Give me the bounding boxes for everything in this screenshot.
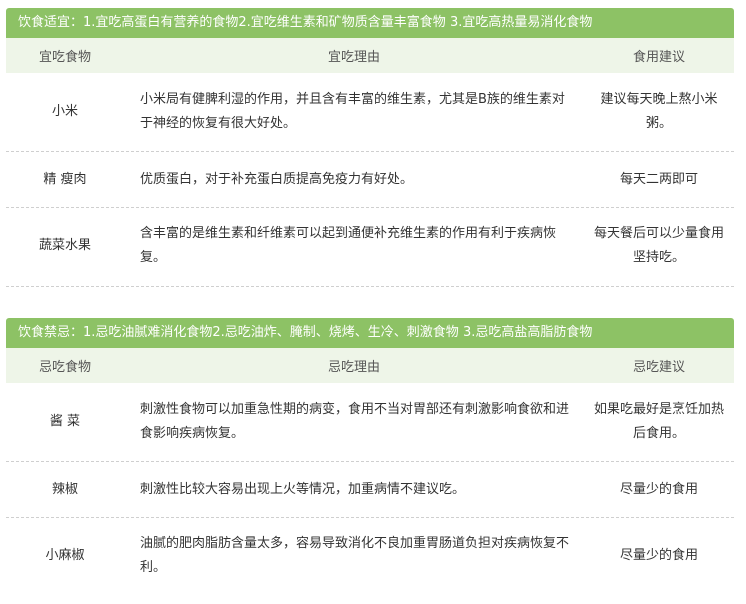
advice-cell: 尽量少的食用 [619,548,698,563]
header-advice: 食用建议 [632,50,685,65]
reason-cell: 油腻的肥肉脂肪含量太多，容易导致消化不良加重胃肠道负担对疾病恢复不利。 [140,536,570,575]
table-header: 宜吃食物 宜吃理由 食用建议 [6,38,734,73]
advice-cell: 如果吃最好是烹饪加热后食用。 [593,402,724,441]
table-header: 忌吃食物 忌吃理由 忌吃建议 [6,348,734,383]
food-cell: 小米 [51,104,78,119]
reason-cell: 优质蛋白，对于补充蛋白质提高免疫力有好处。 [140,171,414,187]
food-cell: 辣椒 [51,481,78,497]
table-row: 酱 菜 刺激性食物可以加重急性期的病变，食用不当对胃部还有刺激影响食欲和进食影响… [6,383,734,462]
suitable-diet-section: 饮食适宜：1.宜吃高蛋白有营养的食物2.宜吃维生素和矿物质含量丰富食物 3.宜吃… [6,8,734,284]
table-row: 辣椒 刺激性比较大容易出现上火等情况，加重病情不建议吃。 尽量少的食用 [6,462,734,518]
header-advice: 忌吃建议 [632,360,685,375]
avoid-diet-section: 饮食禁忌：1.忌吃油腻难消化食物2.忌吃油炸、腌制、烧烤、生冷、刺激食物 3.忌… [6,318,734,594]
section-divider [6,286,734,287]
advice-cell: 每天二两即可 [619,171,698,187]
advice-cell: 每天餐后可以少量食用坚持吃。 [593,226,724,265]
reason-cell: 刺激性比较大容易出现上火等情况，加重病情不建议吃。 [140,481,466,497]
food-cell: 小麻椒 [45,548,85,563]
advice-cell: 尽量少的食用 [619,481,698,497]
table-row: 小米 小米局有健脾利湿的作用，并且含有丰富的维生素，尤其是B族的维生素对于神经的… [6,73,734,152]
header-reason: 忌吃理由 [327,360,380,375]
header-food: 宜吃食物 [38,50,91,65]
food-cell: 酱 菜 [49,414,81,429]
table-row: 精 瘦肉 优质蛋白，对于补充蛋白质提高免疫力有好处。 每天二两即可 [6,152,734,208]
table-row: 蔬菜水果 含丰富的是维生素和纤维素可以起到通便补充维生素的作用有利于疾病恢复。 … [6,208,734,284]
food-cell: 蔬菜水果 [38,238,91,253]
reason-cell: 刺激性食物可以加重急性期的病变，食用不当对胃部还有刺激影响食欲和进食影响疾病恢复… [140,402,570,441]
header-reason: 宜吃理由 [327,50,380,65]
avoid-diet-banner: 饮食禁忌：1.忌吃油腻难消化食物2.忌吃油炸、腌制、烧烤、生冷、刺激食物 3.忌… [6,318,734,348]
header-food: 忌吃食物 [38,360,91,375]
table-row: 小麻椒 油腻的肥肉脂肪含量太多，容易导致消化不良加重胃肠道负担对疾病恢复不利。 … [6,518,734,594]
reason-cell: 小米局有健脾利湿的作用，并且含有丰富的维生素，尤其是B族的维生素对于神经的恢复有… [140,92,565,131]
reason-cell: 含丰富的是维生素和纤维素可以起到通便补充维生素的作用有利于疾病恢复。 [140,226,557,265]
food-cell: 精 瘦肉 [43,171,87,187]
advice-cell: 建议每天晚上熬小米粥。 [600,92,718,131]
suitable-diet-banner: 饮食适宜：1.宜吃高蛋白有营养的食物2.宜吃维生素和矿物质含量丰富食物 3.宜吃… [6,8,734,38]
